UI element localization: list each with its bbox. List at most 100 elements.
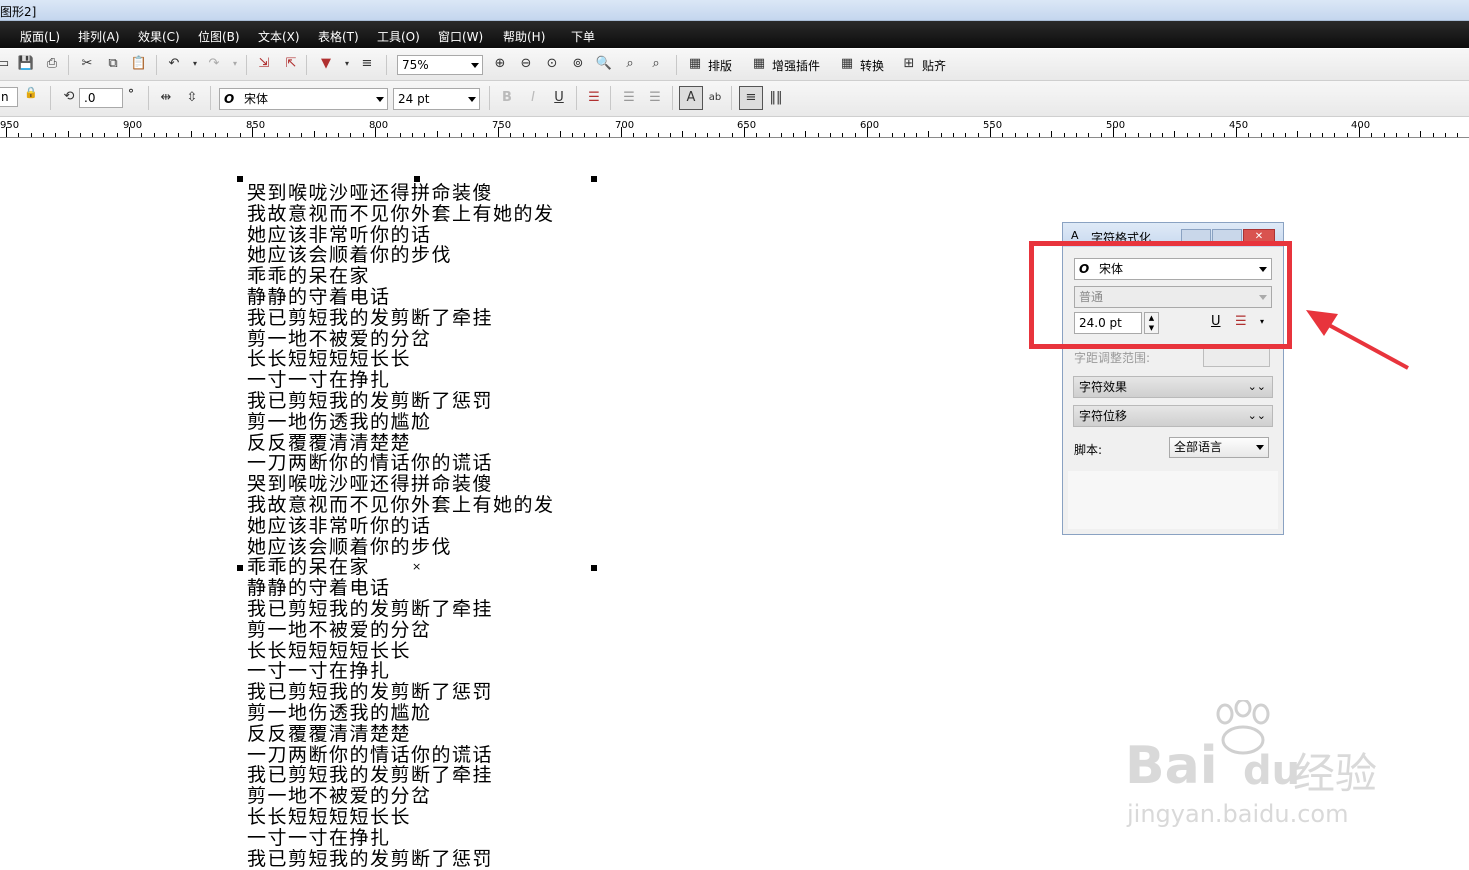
selection-handle[interactable] <box>414 176 420 182</box>
ruler-tick <box>1002 133 1003 137</box>
ruler-tick <box>756 133 757 137</box>
plugins-button[interactable]: 增强插件 <box>772 57 820 74</box>
mirror-vertical-icon[interactable]: ⇳ <box>183 89 201 107</box>
mirror-horizontal-icon[interactable]: ⇹ <box>157 89 175 107</box>
arrow-head <box>1306 310 1338 336</box>
ruler-tick <box>658 133 659 137</box>
vertical-text-icon[interactable]: ‖‖ <box>767 89 785 107</box>
bullet-list-icon[interactable]: ☰ <box>620 89 638 107</box>
undo-dropdown-icon[interactable]: ▾ <box>186 55 204 73</box>
ruler-tick <box>191 131 192 137</box>
print-icon[interactable]: ⎙ <box>43 55 61 73</box>
font-name: 宋体 <box>244 92 269 106</box>
text-line: 静静的守着电话 <box>247 286 391 308</box>
ruler-tick <box>326 133 327 137</box>
separator <box>576 86 577 110</box>
import-icon[interactable]: ⇲ <box>255 55 273 73</box>
open-icon[interactable]: ▭ <box>0 55 12 73</box>
menu-tools[interactable]: 工具(O) <box>377 28 420 45</box>
ruler-tick <box>1039 133 1040 137</box>
save-icon[interactable]: 💾 <box>17 55 35 73</box>
ruler-tick <box>572 133 573 137</box>
layout-icon[interactable]: ▦ <box>686 55 704 73</box>
kerning-range-input[interactable] <box>1203 347 1270 367</box>
text-line: 一刀两断你的情话你的谎话 <box>247 452 494 475</box>
copy-icon[interactable]: ⧉ <box>104 55 122 73</box>
zoom-page-icon[interactable]: 🔍 <box>595 55 613 73</box>
ruler-tick <box>203 133 204 137</box>
menu-order[interactable]: 下单 <box>571 28 595 45</box>
script-select[interactable]: 全部语言 <box>1169 437 1269 458</box>
zoom-height-icon[interactable]: ⌕ <box>647 55 665 73</box>
plugins-icon[interactable]: ▦ <box>750 55 768 73</box>
ruler-tick <box>375 127 376 137</box>
zoom-out-icon[interactable]: ⊖ <box>517 55 535 73</box>
menu-effects[interactable]: 效果(C) <box>138 28 180 45</box>
redo-icon[interactable]: ↷ <box>205 55 223 73</box>
zoom-in-icon[interactable]: ⊕ <box>491 55 509 73</box>
zoom-levels-select[interactable]: 75% <box>397 55 483 75</box>
cut-icon[interactable]: ✂ <box>78 55 96 73</box>
font-list-select[interactable]: O 宋体 <box>219 88 388 110</box>
ruler-tick <box>1261 133 1262 137</box>
lock-icon[interactable]: 🔒 <box>22 84 40 102</box>
convert-icon[interactable]: ▦ <box>838 55 856 73</box>
character-effects-section[interactable]: 字符效果 ⌄⌄ <box>1073 376 1273 398</box>
ruler-tick <box>1322 133 1323 137</box>
text-align-icon[interactable]: ☰ <box>585 89 603 107</box>
font-size-select[interactable]: 24 pt <box>393 88 480 110</box>
unit-field[interactable]: n <box>0 87 18 107</box>
menu-text[interactable]: 文本(X) <box>258 28 300 45</box>
selection-handle[interactable] <box>237 176 243 182</box>
ruler-tick <box>596 133 597 137</box>
redo-dropdown-icon[interactable]: ▾ <box>226 55 244 73</box>
selection-handle[interactable] <box>591 565 597 571</box>
application-launcher-icon[interactable]: ▼ <box>317 55 335 73</box>
horizontal-ruler[interactable]: 950 900 850 800 750 700 650 600 550 500 … <box>0 117 1469 138</box>
launcher-dropdown-icon[interactable]: ▾ <box>338 55 356 73</box>
menu-arrange[interactable]: 排列(A) <box>78 28 120 45</box>
menu-help[interactable]: 帮助(H) <box>503 28 545 45</box>
zoom-width-icon[interactable]: ⌕ <box>621 55 639 73</box>
menu-bitmaps[interactable]: 位图(B) <box>198 28 240 45</box>
menu-window[interactable]: 窗口(W) <box>438 28 483 45</box>
menu-bar: 版面(L) 排列(A) 效果(C) 位图(B) 文本(X) 表格(T) 工具(O… <box>0 21 1469 48</box>
drop-cap-icon[interactable]: ☰ <box>646 89 664 107</box>
ruler-tick <box>1433 133 1434 137</box>
property-bar: n 🔒 ⟲ .0 ° ⇹ ⇳ O 宋体 24 pt B I U ☰ ☰ ☰ A … <box>0 81 1469 117</box>
edit-text-icon[interactable]: ab <box>706 89 724 107</box>
layout-button[interactable]: 排版 <box>708 57 732 74</box>
welcome-screen-icon[interactable]: ≡ <box>358 55 376 73</box>
undo-icon[interactable]: ↶ <box>165 55 183 73</box>
underline-icon[interactable]: U <box>550 89 568 107</box>
ruler-tick <box>1408 133 1409 137</box>
export-icon[interactable]: ⇱ <box>282 55 300 73</box>
selection-handle[interactable] <box>591 176 597 182</box>
zoom-all-icon[interactable]: ⊚ <box>569 55 587 73</box>
menu-table[interactable]: 表格(T) <box>318 28 359 45</box>
snap-icon[interactable]: ⊞ <box>900 55 918 73</box>
character-formatting-icon[interactable]: A <box>679 86 703 110</box>
bold-icon[interactable]: B <box>498 89 516 107</box>
paste-icon[interactable]: 📋 <box>130 55 148 73</box>
chevron-down-icon <box>1256 445 1264 450</box>
horizontal-text-icon[interactable]: ≡ <box>739 86 763 110</box>
ruler-tick <box>928 131 929 137</box>
convert-button[interactable]: 转换 <box>860 57 884 74</box>
ruler-tick <box>1310 133 1311 137</box>
snap-button[interactable]: 贴齐 <box>922 57 946 74</box>
selection-handle[interactable] <box>237 565 243 571</box>
separator <box>68 55 69 75</box>
italic-icon[interactable]: I <box>524 89 542 107</box>
chevron-down-icon <box>376 97 384 102</box>
ruler-tick <box>978 133 979 137</box>
ruler-tick <box>1125 133 1126 137</box>
ruler-tick <box>670 133 671 137</box>
zoom-selected-icon[interactable]: ⊙ <box>543 55 561 73</box>
character-shift-section[interactable]: 字符位移 ⌄⌄ <box>1073 405 1273 427</box>
rotation-angle-input[interactable]: .0 <box>79 88 123 108</box>
menu-layout[interactable]: 版面(L) <box>20 28 60 45</box>
ruler-tick <box>412 133 413 137</box>
center-mark-icon[interactable]: × <box>412 560 421 573</box>
chevron-down-icon <box>471 63 479 68</box>
